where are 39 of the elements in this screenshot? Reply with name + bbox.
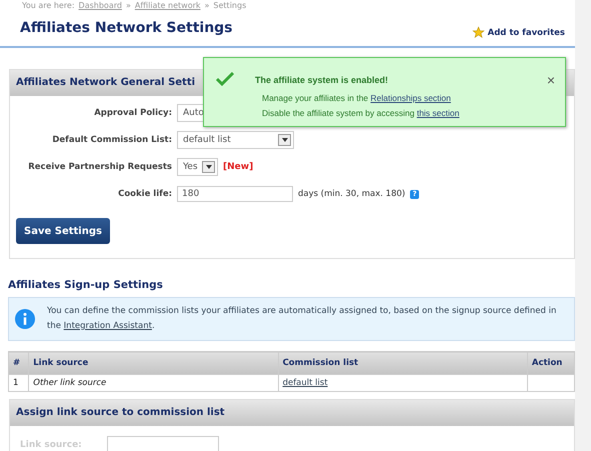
select-field[interactable]: default list <box>177 131 294 149</box>
column-header: Link source <box>28 352 278 374</box>
column-header: # <box>8 352 29 374</box>
field-label: Cookie life: <box>117 188 172 200</box>
field-label: Approval Policy: <box>93 107 172 119</box>
select-field[interactable]: Yes <box>177 158 218 176</box>
section-title: Affiliates Sign-up Settings <box>8 279 164 291</box>
breadcrumb-label: You are here: <box>22 0 75 11</box>
input-field[interactable]: 180 <box>177 186 293 202</box>
table-cell: 1 <box>8 374 29 392</box>
notification-text: Manage your affiliates in the Relationships section <box>262 93 451 103</box>
breadcrumb-separator: » <box>204 0 210 11</box>
check-icon <box>216 72 234 86</box>
integration-assistant-link[interactable]: Integration Assistant <box>64 321 152 331</box>
notification-link[interactable]: Relationships section <box>370 93 451 103</box>
caret-icon <box>282 138 288 142</box>
save-button[interactable]: Save Settings <box>16 218 110 244</box>
info-text: You can define the commission lists your affiliates are automatically assigned to, based on the signup source defined in the Integration Assistant. <box>47 305 558 333</box>
add-to-favorites-link[interactable]: Add to favorites <box>472 26 565 39</box>
field-hint: days (min. 30, max. 180) <box>298 189 406 199</box>
breadcrumb-separator: » <box>126 0 131 11</box>
input-field[interactable] <box>106 436 219 451</box>
column-header: Action <box>527 352 574 374</box>
section-header: Assign link source to commission list <box>10 400 574 426</box>
new-label: [New] <box>223 162 254 172</box>
caret-icon <box>206 165 212 169</box>
info-icon <box>15 307 36 331</box>
notification-text: Disable the affiliate system by accessing this section <box>262 108 460 118</box>
field-label: Default Commission List: <box>51 134 172 146</box>
commission-list-link[interactable]: default list <box>282 378 328 388</box>
close-button[interactable]: × <box>546 73 555 87</box>
notification-link[interactable]: this section <box>416 108 460 118</box>
field-label: Receive Partnership Requests <box>27 161 172 173</box>
table-cell: Other link source <box>28 374 278 392</box>
notification-title: The affiliate system is enabled! <box>255 75 388 85</box>
star-icon <box>472 26 485 39</box>
column-header: Commission list <box>278 352 528 374</box>
breadcrumb-current: Settings <box>213 0 246 11</box>
page-title: Affiliates Network Settings <box>20 18 233 36</box>
